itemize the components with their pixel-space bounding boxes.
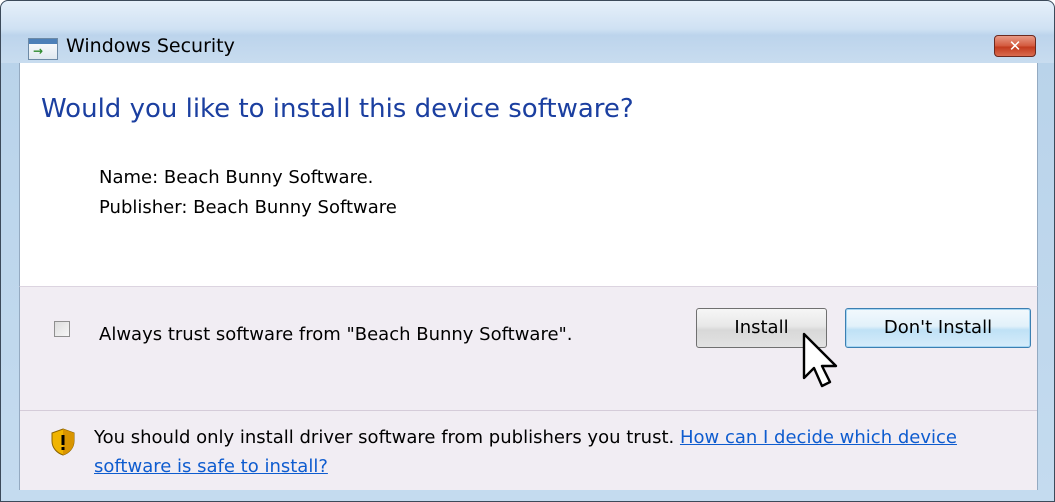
software-name: Name: Beach Bunny Software. — [99, 167, 374, 188]
always-trust-label[interactable]: Always trust software from "Beach Bunny … — [99, 320, 579, 349]
warning-message: You should only install driver software … — [94, 423, 994, 481]
dont-install-button[interactable]: Don't Install — [845, 308, 1031, 348]
software-publisher: Publisher: Beach Bunny Software — [99, 197, 397, 218]
device-install-icon: → — [28, 38, 58, 60]
title-bar[interactable]: → Windows Security ✕ — [1, 1, 1054, 63]
close-icon: ✕ — [1008, 37, 1022, 55]
dialog-content: Would you like to install this device so… — [19, 63, 1038, 286]
always-trust-checkbox[interactable] — [54, 321, 70, 337]
dialog-window: → Windows Security ✕ Would you like to i… — [0, 0, 1055, 502]
close-button[interactable]: ✕ — [994, 35, 1036, 57]
mouse-pointer-icon — [802, 332, 838, 388]
shield-warning-icon — [51, 428, 75, 456]
window-title: Windows Security — [66, 35, 235, 57]
warning-text: You should only install driver software … — [94, 427, 680, 448]
dialog-footer: Always trust software from "Beach Bunny … — [19, 286, 1038, 490]
dialog-question: Would you like to install this device so… — [41, 94, 634, 124]
footer-divider — [20, 410, 1037, 411]
